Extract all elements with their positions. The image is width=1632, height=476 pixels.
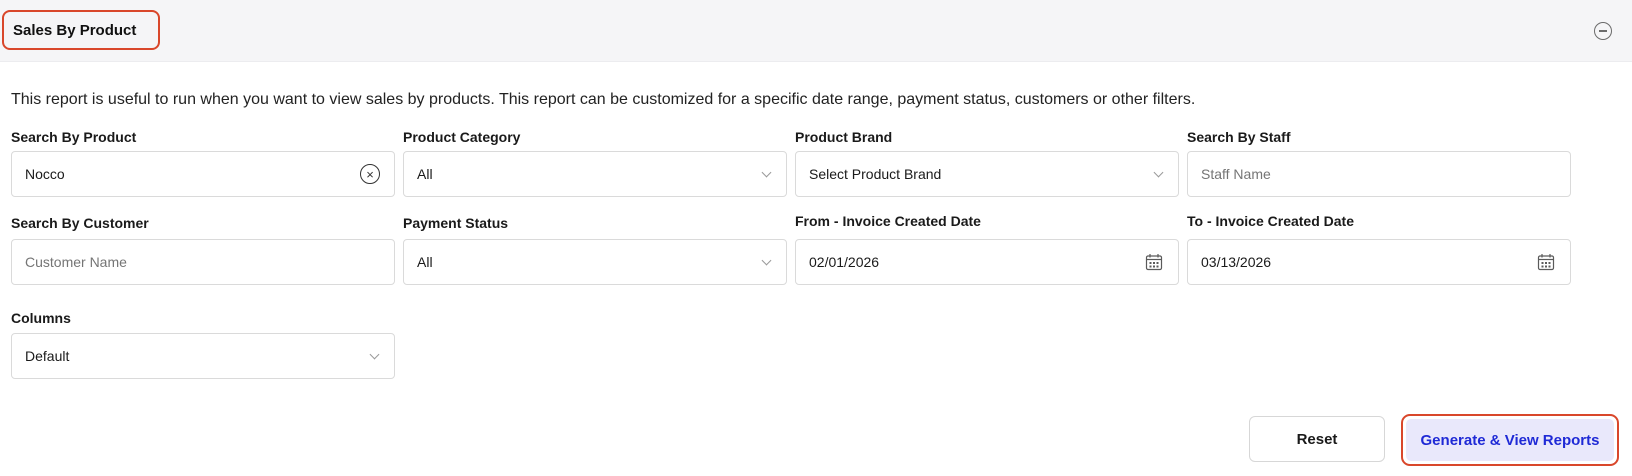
search-by-customer-field: Search By Customer Customer Name — [11, 213, 395, 285]
chevron-down-icon — [761, 255, 772, 265]
to-date-label: To - Invoice Created Date — [1187, 213, 1355, 229]
to-date-field: To - Invoice Created Date 03/13/2026 — [1187, 211, 1571, 285]
payment-status-select[interactable]: All — [403, 239, 787, 285]
payment-status-label: Payment Status — [403, 215, 509, 231]
to-date-value: 03/13/2026 — [1201, 254, 1272, 270]
product-category-value: All — [417, 166, 433, 182]
reset-button[interactable]: Reset — [1249, 416, 1385, 462]
columns-label: Columns — [11, 310, 71, 326]
from-date-label: From - Invoice Created Date — [795, 213, 981, 229]
calendar-icon[interactable] — [1536, 252, 1556, 272]
search-by-product-value: Nocco — [25, 166, 65, 182]
clear-icon[interactable]: × — [360, 164, 380, 184]
generate-reports-button[interactable]: Generate & View Reports — [1406, 419, 1614, 461]
columns-field: Columns Default — [11, 308, 395, 379]
product-brand-label: Product Brand — [795, 129, 893, 145]
search-by-customer-input[interactable]: Customer Name — [11, 239, 395, 285]
payment-status-value: All — [417, 254, 433, 270]
from-date-value: 02/01/2026 — [809, 254, 880, 270]
search-by-staff-label: Search By Staff — [1187, 129, 1291, 145]
chevron-down-icon — [369, 349, 380, 359]
columns-select[interactable]: Default — [11, 333, 395, 379]
search-by-customer-placeholder: Customer Name — [25, 254, 127, 270]
product-category-field: Product Category All — [403, 127, 787, 197]
product-category-label: Product Category — [403, 129, 521, 145]
from-date-field: From - Invoice Created Date 02/01/2026 — [795, 211, 1179, 285]
product-category-select[interactable]: All — [403, 151, 787, 197]
search-by-product-label: Search By Product — [11, 129, 137, 145]
section-title[interactable]: Sales By Product — [2, 10, 160, 50]
calendar-icon[interactable] — [1144, 252, 1164, 272]
search-by-staff-placeholder: Staff Name — [1201, 166, 1271, 182]
chevron-down-icon — [1153, 167, 1164, 177]
chevron-down-icon — [761, 167, 772, 177]
search-by-customer-label: Search By Customer — [11, 215, 149, 231]
collapse-icon[interactable] — [1594, 22, 1612, 40]
product-brand-value: Select Product Brand — [809, 166, 942, 182]
product-brand-select[interactable]: Select Product Brand — [795, 151, 1179, 197]
search-by-product-field: Search By Product Nocco × — [11, 127, 395, 197]
payment-status-field: Payment Status All — [403, 213, 787, 285]
search-by-product-input[interactable]: Nocco × — [11, 151, 395, 197]
section-header: Sales By Product — [0, 0, 1632, 62]
search-by-staff-field: Search By Staff Staff Name — [1187, 127, 1571, 197]
product-brand-field: Product Brand Select Product Brand — [795, 127, 1179, 197]
to-date-input[interactable]: 03/13/2026 — [1187, 239, 1571, 285]
report-description: This report is useful to run when you wa… — [11, 91, 1196, 108]
columns-value: Default — [25, 348, 70, 364]
from-date-input[interactable]: 02/01/2026 — [795, 239, 1179, 285]
search-by-staff-input[interactable]: Staff Name — [1187, 151, 1571, 197]
